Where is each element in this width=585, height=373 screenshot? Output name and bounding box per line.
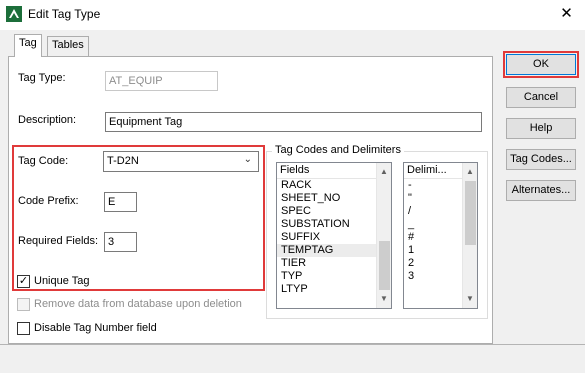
list-item[interactable]: TIER <box>277 257 391 270</box>
scroll-up-icon[interactable]: ▲ <box>463 165 477 179</box>
tag-type-field: AT_EQUIP <box>105 71 218 91</box>
title-bar: Edit Tag Type ✕ <box>0 0 585 30</box>
unique-tag-label: Unique Tag <box>34 275 90 287</box>
list-item[interactable]: LTYP <box>277 283 391 296</box>
scroll-thumb[interactable] <box>379 241 390 290</box>
list-item[interactable]: TEMPTAG <box>277 244 391 257</box>
remove-data-checkbox <box>17 298 30 311</box>
tag-code-label: Tag Code: <box>18 155 69 167</box>
list-item[interactable]: SPEC <box>277 205 391 218</box>
cancel-button[interactable]: Cancel <box>506 87 576 108</box>
list-item[interactable]: RACK <box>277 179 391 192</box>
unique-tag-checkbox[interactable]: ✓ <box>17 275 30 288</box>
required-fields-field[interactable]: 3 <box>104 232 137 252</box>
alternates-button[interactable]: Alternates... <box>506 180 576 201</box>
tag-code-value: T-D2N <box>107 155 139 167</box>
delimiters-list[interactable]: Delimi... - " / _ #1 2 3 ▲ ▼ <box>403 162 478 309</box>
tag-code-dropdown[interactable]: T-D2N ⌄ <box>103 151 259 172</box>
remove-data-label: Remove data from database upon deletion <box>34 298 242 310</box>
help-button[interactable]: Help <box>506 118 576 139</box>
list-item[interactable]: SUBSTATION <box>277 218 391 231</box>
list-item[interactable]: TYP <box>277 270 391 283</box>
code-prefix-field[interactable]: E <box>104 192 137 212</box>
tab-tables[interactable]: Tables <box>47 36 89 56</box>
description-field[interactable]: Equipment Tag <box>105 112 482 132</box>
close-icon[interactable]: ✕ <box>548 0 585 30</box>
tab-tag[interactable]: Tag <box>14 34 42 57</box>
tag-type-label: Tag Type: <box>18 72 66 84</box>
delimiters-scrollbar[interactable]: ▲ ▼ <box>462 163 477 308</box>
group-title: Tag Codes and Delimiters <box>272 144 404 156</box>
window-title: Edit Tag Type <box>28 7 101 21</box>
fields-scrollbar[interactable]: ▲ ▼ <box>376 163 391 308</box>
scroll-down-icon[interactable]: ▼ <box>377 292 391 306</box>
chevron-down-icon: ⌄ <box>243 154 252 165</box>
bottom-divider <box>0 344 585 345</box>
scroll-up-icon[interactable]: ▲ <box>377 165 391 179</box>
required-fields-label: Required Fields: <box>18 235 99 247</box>
ok-button[interactable]: OK <box>506 54 576 75</box>
disable-tag-number-checkbox[interactable] <box>17 322 30 335</box>
app-icon <box>6 6 22 22</box>
fields-header[interactable]: Fields <box>277 163 391 179</box>
list-item[interactable]: SUFFIX <box>277 231 391 244</box>
tag-codes-button[interactable]: Tag Codes... <box>506 149 576 170</box>
description-label: Description: <box>18 114 77 126</box>
fields-list[interactable]: Fields RACK SHEET_NO SPEC SUBSTATION SUFFIX T… <box>276 162 392 309</box>
scroll-thumb[interactable] <box>465 181 476 245</box>
scroll-down-icon[interactable]: ▼ <box>463 292 477 306</box>
code-prefix-label: Code Prefix: <box>18 195 79 207</box>
disable-tag-number-label: Disable Tag Number field <box>34 322 157 334</box>
list-item[interactable]: SHEET_NO <box>277 192 391 205</box>
fields-rows: RACK SHEET_NO SPEC SUBSTATION SUFFIX TEMPTAG T… <box>277 179 391 296</box>
